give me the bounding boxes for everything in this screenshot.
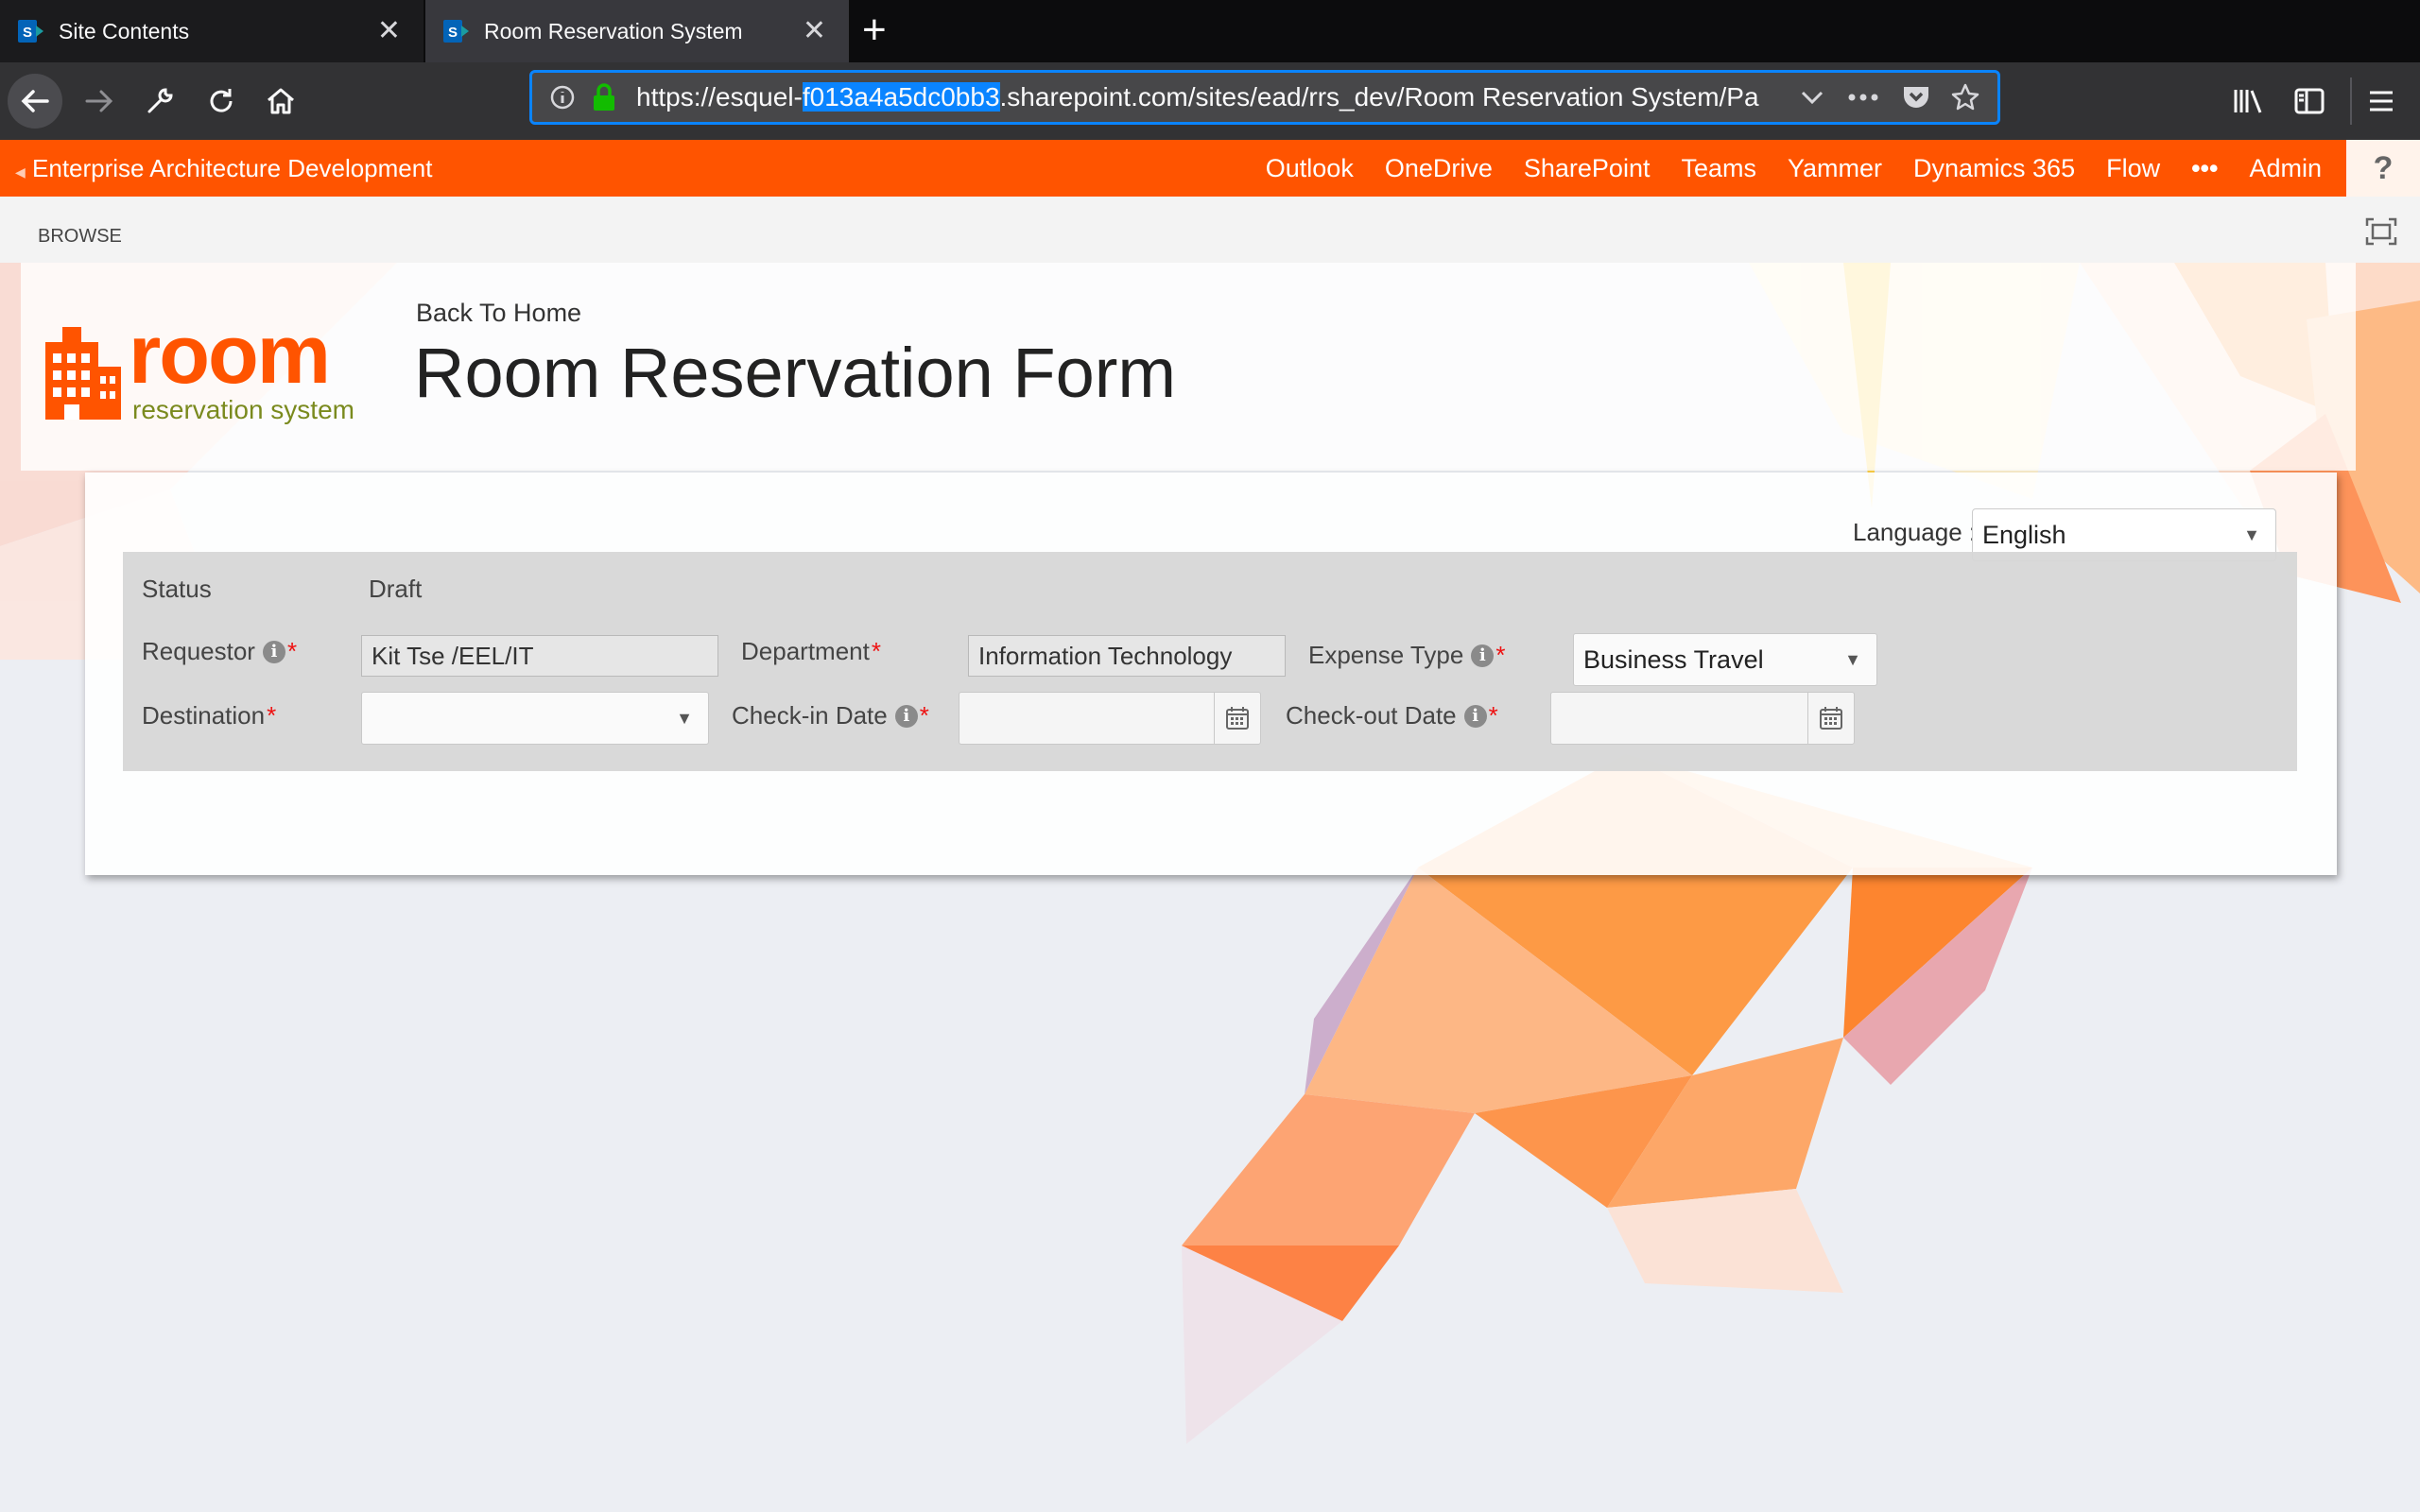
form-panel: Status Draft Requestor i * Kit Tse /EEL/… (123, 552, 2297, 771)
language-label: Language : (1853, 518, 1977, 546)
menu-button[interactable] (2354, 74, 2409, 129)
checkout-label: Check-out Date i * (1286, 701, 1498, 730)
hamburger-icon (2370, 91, 2393, 112)
back-to-home-link[interactable]: Back To Home (416, 299, 581, 328)
customize-button[interactable] (132, 74, 187, 129)
wrench-icon (147, 88, 173, 113)
site-name-link[interactable]: ◀ Enterprise Architecture Development (15, 140, 432, 200)
form-card: Language : English ▼ Status Draft Reques… (85, 472, 2337, 875)
suite-link-admin[interactable]: Admin (2249, 154, 2322, 183)
tab-title: Room Reservation System (484, 18, 743, 43)
department-label: Department * (741, 637, 881, 665)
required-marker: * (871, 637, 881, 665)
url-text[interactable]: https://esquel-f013a4a5dc0bb3.sharepoint… (636, 73, 1759, 122)
page-title: Room Reservation Form (414, 334, 1177, 412)
sharepoint-icon: S (18, 20, 43, 43)
tab-site-contents[interactable]: S Site Contents ✕ (0, 0, 424, 62)
browser-nav-bar: https://esquel-f013a4a5dc0bb3.sharepoint… (0, 62, 2420, 140)
sidebar-icon (2294, 88, 2325, 114)
help-button[interactable]: ? (2346, 140, 2420, 197)
ribbon: BROWSE (0, 197, 2420, 263)
suite-link-dynamics[interactable]: Dynamics 365 (1913, 154, 2075, 183)
expense-type-label: Expense Type i * (1308, 641, 1506, 669)
destination-select[interactable]: ▼ (361, 692, 709, 745)
forward-button[interactable] (72, 74, 127, 129)
more-icon[interactable] (1846, 84, 1880, 111)
sharepoint-icon: S (443, 20, 469, 43)
dropdown-arrow-icon: ▼ (676, 709, 693, 728)
required-marker: * (1495, 641, 1506, 669)
dropdown-arrow-icon: ▼ (1844, 650, 1861, 669)
suite-link-onedrive[interactable]: OneDrive (1385, 154, 1493, 183)
address-bar[interactable]: https://esquel-f013a4a5dc0bb3.sharepoint… (529, 70, 2000, 125)
logo-word: room (129, 307, 331, 401)
status-label: Status (142, 575, 212, 603)
calendar-icon (1820, 707, 1842, 730)
caret-left-icon: ◀ (15, 164, 26, 180)
page-content: room reservation system Back To Home Roo… (0, 263, 2420, 1512)
room-reservation-logo[interactable]: room reservation system (42, 312, 378, 436)
requestor-field[interactable]: Kit Tse /EEL/IT (361, 635, 718, 677)
close-tab-icon[interactable]: ✕ (377, 17, 401, 45)
suite-link-yammer[interactable]: Yammer (1788, 154, 1882, 183)
calendar-button[interactable] (1214, 693, 1260, 744)
close-tab-icon[interactable]: ✕ (803, 17, 826, 45)
info-icon[interactable]: i (894, 704, 918, 728)
suite-link-teams[interactable]: Teams (1681, 154, 1756, 183)
info-icon[interactable] (549, 84, 576, 111)
site-name: Enterprise Architecture Development (32, 154, 433, 182)
library-icon (2234, 90, 2262, 113)
help-icon: ? (2373, 149, 2394, 186)
calendar-icon (1226, 707, 1249, 730)
arrow-right-icon (85, 90, 113, 112)
expense-type-select[interactable]: Business Travel ▼ (1573, 633, 1877, 686)
info-icon[interactable]: i (1471, 644, 1495, 667)
svg-text:S: S (448, 25, 458, 41)
focus-on-content-icon[interactable] (2365, 217, 2397, 246)
sidebar-button[interactable] (2282, 74, 2337, 129)
tab-room-reservation[interactable]: S Room Reservation System ✕ (425, 0, 849, 62)
suite-link-outlook[interactable]: Outlook (1266, 154, 1354, 183)
home-icon (268, 88, 294, 114)
arrow-left-icon (21, 90, 49, 112)
pocket-icon[interactable] (1901, 82, 1931, 112)
required-marker: * (919, 701, 929, 730)
suite-links: Outlook OneDrive SharePoint Teams Yammer… (1266, 140, 2322, 197)
department-field[interactable]: Information Technology (968, 635, 1286, 677)
checkin-label: Check-in Date i * (732, 701, 929, 730)
home-button[interactable] (253, 74, 308, 129)
browser-tab-bar: S Site Contents ✕ S Room Reservation Sys… (0, 0, 2420, 62)
required-marker: * (286, 637, 298, 665)
checkin-date-input[interactable] (959, 692, 1261, 745)
tab-title: Site Contents (59, 18, 190, 43)
expense-type-value: Business Travel (1583, 645, 1764, 674)
suite-bar: ◀ Enterprise Architecture Development Ou… (0, 140, 2420, 197)
lock-icon[interactable] (591, 82, 617, 112)
status-value: Draft (369, 575, 423, 603)
chevron-down-icon[interactable] (1799, 86, 1825, 109)
logo-tagline: reservation system (132, 395, 354, 424)
svg-text:S: S (23, 25, 32, 41)
checkout-date-input[interactable] (1550, 692, 1855, 745)
library-button[interactable] (2221, 74, 2276, 129)
suite-more-icon[interactable]: ••• (2191, 154, 2218, 183)
calendar-button[interactable] (1807, 693, 1854, 744)
suite-link-sharepoint[interactable]: SharePoint (1524, 154, 1651, 183)
info-icon[interactable]: i (262, 640, 285, 663)
back-button[interactable] (8, 74, 62, 129)
info-icon[interactable]: i (1463, 704, 1487, 728)
new-tab-icon[interactable]: + (862, 9, 887, 51)
suite-link-flow[interactable]: Flow (2106, 154, 2160, 183)
required-marker: * (1488, 701, 1498, 730)
star-icon[interactable] (1950, 82, 1980, 112)
requestor-label: Requestor i * (142, 637, 298, 665)
reload-icon (210, 89, 233, 112)
required-marker: * (267, 701, 277, 730)
destination-label: Destination * (142, 701, 277, 730)
toolbar-divider (2350, 77, 2352, 125)
reload-button[interactable] (194, 74, 249, 129)
